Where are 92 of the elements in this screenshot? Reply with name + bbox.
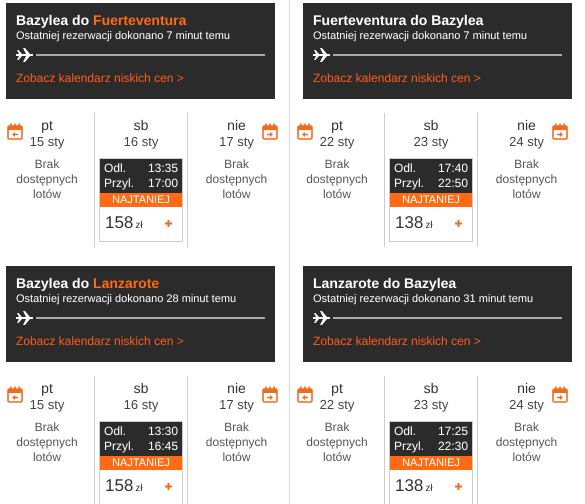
plane-icon (313, 311, 331, 325)
departure-label: Odl. (394, 424, 416, 439)
price-amount: 158 (105, 213, 134, 232)
currency-label: zł (135, 220, 143, 231)
plane-icon (313, 48, 331, 62)
currency-label: zł (425, 483, 433, 494)
weekday-label: nie (517, 380, 536, 397)
last-booking-text: Ostatniej rezerwacji dokonano 7 minut temu (16, 29, 231, 44)
calendar-link[interactable]: Zobacz kalendarz niskich cen > (16, 70, 184, 86)
arrival-time: 16:45 (148, 439, 178, 454)
flight-card[interactable]: Odl. 13:30 Przyl. 16:45 NAJTANIEJ 158 zł (99, 421, 183, 504)
arrival-label: Przyl. (394, 439, 424, 454)
weekday-label: nie (517, 117, 536, 134)
departure-time: 17:40 (438, 161, 468, 176)
departure-time: 13:30 (148, 424, 178, 439)
date-label: 24 sty (509, 134, 544, 150)
date-label: 16 sty (124, 397, 158, 413)
weekday-label: pt (331, 117, 343, 134)
calendar-icon[interactable] (7, 123, 23, 140)
cheapest-badge: NAJTANIEJ (100, 193, 182, 207)
date-label: 22 sty (320, 134, 354, 150)
date-label: 16 sty (124, 134, 158, 150)
calendar-icon[interactable] (552, 386, 568, 403)
route-title: Fuerteventura do Bazylea (313, 11, 484, 29)
no-flights-text: Brak dostępnych lotów (494, 157, 558, 202)
route-title: Bazylea do Lanzarote (16, 274, 160, 292)
departure-time: 13:35 (148, 161, 178, 176)
weekday-label: pt (331, 380, 343, 397)
flight-card[interactable]: Odl. 13:35 Przyl. 17:00 NAJTANIEJ 158 zł (99, 158, 183, 242)
currency-label: zł (135, 483, 143, 494)
no-flights-text: Brak dostępnych lotów (204, 157, 268, 202)
departure-label: Odl. (104, 161, 126, 176)
calendar-link[interactable]: Zobacz kalendarz niskich cen > (16, 333, 184, 349)
date-label: 23 sty (414, 134, 448, 150)
plane-icon (16, 311, 34, 325)
calendar-link[interactable]: Zobacz kalendarz niskich cen > (313, 70, 481, 86)
weekday-label: nie (227, 117, 246, 134)
date-label: 24 sty (509, 397, 544, 413)
flight-card[interactable]: Odl. 17:40 Przyl. 22:50 NAJTANIEJ 138 zł (389, 158, 473, 242)
calendar-icon[interactable] (552, 123, 568, 140)
date-label: 15 sty (30, 397, 64, 413)
date-label: 22 sty (320, 397, 354, 413)
date-label: 23 sty (414, 397, 448, 413)
route-title: Bazylea do Fuerteventura (16, 11, 188, 29)
no-flights-text: Brak dostępnych lotów (204, 420, 268, 465)
date-label: 15 sty (30, 134, 64, 150)
calendar-icon[interactable] (297, 123, 313, 140)
arrival-label: Przyl. (104, 439, 134, 454)
cheapest-badge: NAJTANIEJ (390, 193, 472, 207)
weekday-label: nie (227, 380, 246, 397)
no-flights-text: Brak dostępnych lotów (15, 420, 79, 465)
cheapest-badge: NAJTANIEJ (100, 456, 182, 470)
arrival-label: Przyl. (394, 176, 424, 191)
weekday-label: pt (41, 380, 53, 397)
price-amount: 138 (395, 213, 424, 232)
calendar-icon[interactable] (297, 386, 313, 403)
plus-icon[interactable] (165, 220, 172, 226)
date-label: 17 sty (219, 134, 254, 150)
arrival-time: 17:00 (148, 176, 178, 191)
plus-icon[interactable] (455, 220, 462, 226)
calendar-link[interactable]: Zobacz kalendarz niskich cen > (313, 333, 481, 349)
no-flights-text: Brak dostępnych lotów (305, 420, 369, 465)
plus-icon[interactable] (165, 482, 172, 490)
calendar-icon[interactable] (7, 386, 23, 403)
no-flights-text: Brak dostępnych lotów (494, 420, 558, 465)
last-booking-text: Ostatniej rezerwacji dokonano 31 minut temu (313, 292, 534, 307)
price-amount: 158 (105, 476, 134, 495)
route-title: Lanzarote do Bazylea (313, 274, 458, 292)
no-flights-text: Brak dostępnych lotów (15, 157, 79, 202)
weekday-label: sb (424, 117, 438, 134)
plane-icon (16, 48, 34, 62)
calendar-icon[interactable] (262, 123, 278, 140)
cheapest-badge: NAJTANIEJ (390, 456, 472, 470)
weekday-label: sb (424, 380, 438, 397)
arrival-label: Przyl. (104, 176, 134, 191)
last-booking-text: Ostatniej rezerwacji dokonano 28 minut temu (16, 292, 238, 307)
last-booking-text: Ostatniej rezerwacji dokonano 7 minut temu (313, 29, 528, 44)
departure-time: 17:25 (438, 424, 468, 439)
arrival-time: 22:30 (438, 439, 468, 454)
weekday-label: pt (41, 117, 53, 134)
calendar-icon[interactable] (262, 386, 278, 403)
arrival-time: 22:50 (438, 176, 468, 191)
date-label: 17 sty (219, 397, 254, 413)
no-flights-text: Brak dostępnych lotów (305, 157, 369, 202)
weekday-label: sb (134, 117, 148, 134)
departure-label: Odl. (394, 161, 416, 176)
currency-label: zł (425, 220, 433, 231)
flight-card[interactable]: Odl. 17:25 Przyl. 22:30 NAJTANIEJ 138 zł (389, 421, 473, 504)
weekday-label: sb (134, 380, 148, 397)
price-amount: 138 (395, 476, 424, 495)
plus-icon[interactable] (455, 482, 462, 490)
departure-label: Odl. (104, 424, 126, 439)
